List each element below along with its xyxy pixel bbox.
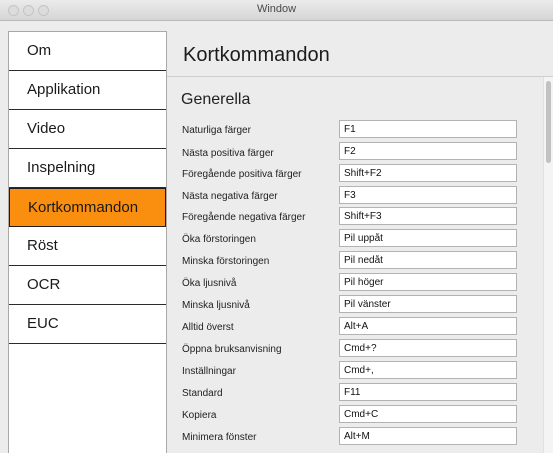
sidebar-item-inspelning[interactable]: Inspelning: [9, 149, 166, 188]
shortcut-label: Föregående negativa färger: [182, 212, 306, 223]
shortcut-label: Inställningar: [182, 366, 236, 377]
window-title: Window: [256, 3, 297, 15]
shortcut-label: Föregående positiva färger: [182, 169, 302, 180]
app-window: Window Om Applikation Video Inspelning K…: [0, 0, 553, 453]
shortcut-input[interactable]: [339, 383, 517, 401]
shortcut-input[interactable]: [339, 207, 517, 225]
shortcut-input[interactable]: [339, 120, 517, 138]
shortcut-input[interactable]: [339, 339, 517, 357]
shortcut-label: Öka förstoringen: [182, 234, 256, 245]
shortcut-input[interactable]: [339, 273, 517, 291]
shortcut-label: Standard: [182, 388, 223, 399]
title-bar: Window: [0, 0, 553, 21]
sidebar-item-kortkommandon[interactable]: Kortkommandon: [9, 188, 166, 227]
shortcut-input[interactable]: [339, 295, 517, 313]
shortcut-input[interactable]: [339, 229, 517, 247]
shortcut-label: Minska förstoringen: [182, 256, 270, 267]
scrollbar-thumb[interactable]: [546, 81, 551, 163]
shortcut-input[interactable]: [339, 251, 517, 269]
page-title: Kortkommandon: [183, 44, 330, 66]
shortcut-label: Nästa negativa färger: [182, 191, 278, 202]
shortcut-label: Alltid överst: [182, 322, 234, 333]
shortcut-input[interactable]: [339, 317, 517, 335]
main-header: Kortkommandon: [167, 31, 553, 77]
shortcut-input[interactable]: [339, 142, 517, 160]
sidebar-item-applikation[interactable]: Applikation: [9, 71, 166, 110]
sidebar-item-ocr[interactable]: OCR: [9, 266, 166, 305]
shortcut-label: Kopiera: [182, 410, 217, 421]
settings-sidebar: Om Applikation Video Inspelning Kortkomm…: [8, 31, 167, 453]
shortcut-input[interactable]: [339, 164, 517, 182]
shortcut-input[interactable]: [339, 405, 517, 423]
sidebar-item-rost[interactable]: Röst: [9, 227, 166, 266]
shortcut-label: Öppna bruksanvisning: [182, 344, 282, 355]
shortcuts-panel: Generella Naturliga färger Nästa positiv…: [167, 77, 543, 453]
shortcut-label: Naturliga färger: [182, 125, 251, 136]
shortcut-input[interactable]: [339, 186, 517, 204]
sidebar-item-om[interactable]: Om: [9, 32, 166, 71]
shortcut-label: Minimera fönster: [182, 432, 257, 443]
shortcut-label: Nästa positiva färger: [182, 148, 274, 159]
vertical-scrollbar[interactable]: [543, 77, 553, 453]
sidebar-item-video[interactable]: Video: [9, 110, 166, 149]
shortcut-input[interactable]: [339, 427, 517, 445]
shortcut-label: Minska ljusnivå: [182, 300, 250, 311]
shortcut-input[interactable]: [339, 361, 517, 379]
sidebar-item-euc[interactable]: EUC: [9, 305, 166, 344]
section-title: Generella: [181, 91, 251, 108]
shortcut-label: Öka ljusnivå: [182, 278, 237, 289]
